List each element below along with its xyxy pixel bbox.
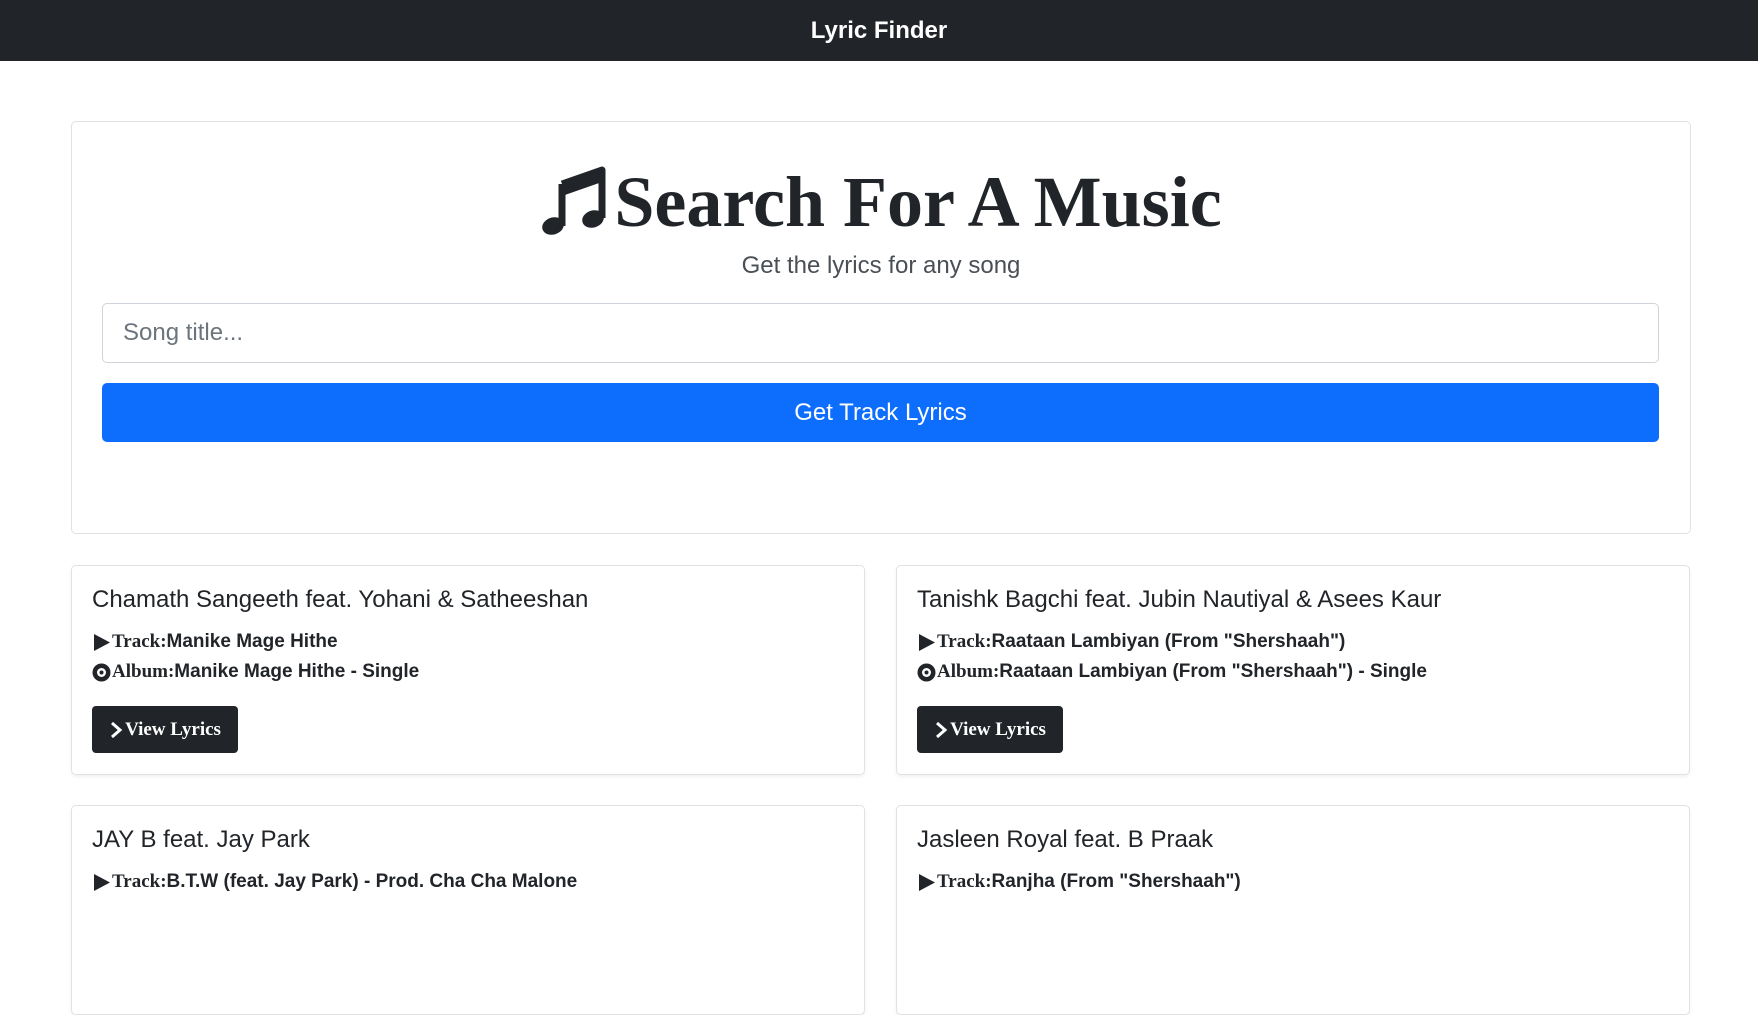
track-label: Track: (112, 871, 167, 892)
view-lyrics-label: View Lyrics (125, 718, 221, 740)
play-icon (94, 633, 110, 651)
result-artist: Chamath Sangeeth feat. Yohani & Satheesh… (92, 586, 589, 613)
track-name: Raataan Lambiyan (From "Shershaah") (991, 631, 1346, 652)
disc-icon (917, 663, 936, 681)
album-name: Manike Mage Hithe - Single (174, 661, 420, 682)
track-row: Track: B.T.W (feat. Jay Park) - Prod. Ch… (92, 870, 577, 894)
track-name: Manike Mage Hithe (166, 631, 338, 652)
album-name: Raataan Lambiyan (From "Shershaah") - Si… (999, 661, 1427, 682)
navbar-brand[interactable]: Lyric Finder (811, 17, 947, 45)
chevron-right-icon (936, 721, 948, 738)
result-card: Chamath Sangeeth feat. Yohani & Satheesh… (71, 565, 865, 775)
view-lyrics-label: View Lyrics (950, 718, 1046, 740)
play-icon (94, 873, 110, 891)
track-label: Track: (937, 871, 992, 892)
track-label: Track: (937, 631, 992, 652)
result-artist: Tanishk Bagchi feat. Jubin Nautiyal & As… (917, 586, 1442, 613)
track-row: Track: Ranjha (From "Shershaah") (917, 870, 1241, 894)
album-row: Album: Raataan Lambiyan (From "Shershaah… (917, 660, 1427, 684)
track-row: Track: Raataan Lambiyan (From "Shershaah… (917, 630, 1345, 654)
get-track-lyrics-button[interactable]: Get Track Lyrics (102, 383, 1659, 442)
result-card: JAY B feat. Jay Park Track: B.T.W (feat.… (71, 805, 865, 1015)
search-heading: Search For A Music (72, 162, 1690, 242)
result-artist: JAY B feat. Jay Park (92, 826, 310, 853)
play-icon (919, 873, 935, 891)
track-name: Ranjha (From "Shershaah") (991, 871, 1241, 892)
disc-icon (92, 663, 111, 681)
chevron-right-icon (111, 721, 123, 738)
album-label: Album: (937, 661, 1000, 682)
play-icon (919, 633, 935, 651)
music-note-icon (542, 166, 606, 235)
result-card: Tanishk Bagchi feat. Jubin Nautiyal & As… (896, 565, 1690, 775)
song-title-input[interactable] (102, 303, 1659, 363)
result-artist: Jasleen Royal feat. B Praak (917, 826, 1214, 853)
navbar: Lyric Finder (0, 0, 1758, 61)
track-row: Track: Manike Mage Hithe (92, 630, 338, 654)
album-label: Album: (112, 661, 175, 682)
search-subtitle: Get the lyrics for any song (741, 252, 1021, 279)
view-lyrics-button[interactable]: View Lyrics (917, 706, 1063, 753)
search-title: Search For A Music (614, 162, 1222, 242)
view-lyrics-button[interactable]: View Lyrics (92, 706, 238, 753)
search-card: Search For A Music Get the lyrics for an… (71, 121, 1691, 534)
result-card: Jasleen Royal feat. B Praak Track: Ranjh… (896, 805, 1690, 1015)
album-row: Album: Manike Mage Hithe - Single (92, 660, 419, 684)
track-name: B.T.W (feat. Jay Park) - Prod. Cha Cha M… (166, 871, 578, 892)
track-label: Track: (112, 631, 167, 652)
